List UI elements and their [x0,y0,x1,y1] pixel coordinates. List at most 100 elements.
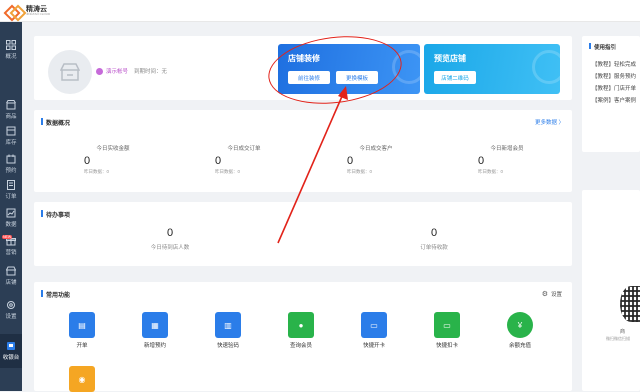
calendar-icon [6,154,16,164]
sidebar-item-label: 预约 [5,168,17,174]
store-icon [60,63,80,81]
sidebar-item-data[interactable]: 数据 [0,204,22,232]
guide-title: 使用指引 [588,43,617,51]
shop-avatar[interactable] [48,50,92,94]
func-quick-verify[interactable]: ▥ 快速验码 [208,312,248,349]
sidebar-item-store[interactable]: 店铺 [0,262,22,290]
qrcode-caption: 商 [620,329,626,335]
common-functions-card: 常用功能 ⚙ 设置 ▤ 开单 ▦ 新增预约 ▥ 快速验码 ● 查询会员 ▭ 快捷… [34,282,572,392]
box-icon [6,126,16,136]
cashier-icon [7,342,15,350]
todo-label: 订单待收款 [420,245,448,251]
sidebar-item-label: 概况 [5,54,17,60]
new-badge: NEW [2,235,13,239]
qrcode-panel: 商 微扫微信扫描 [582,190,640,391]
settings-label: 设置 [550,292,562,298]
card-icon: ▭ [361,312,387,338]
func-label: 快捷扣卡 [435,343,458,349]
todo-card: 待办事项 0 今日待到店人数 0 订单待收款 [34,202,572,266]
stat-label: 今日实收金额 [96,146,130,152]
todo-label: 今日待到店人数 [150,245,190,251]
sidebar-item-products[interactable]: 商品 [0,96,22,124]
stat-value: 0 [84,155,91,167]
app-subtitle: JINGTAO CLOUD [26,11,51,16]
func-label: 新增预约 [143,343,166,349]
functions-settings-button[interactable]: ⚙ 设置 [542,290,562,298]
overview-title: 数据概况 [40,118,70,127]
grid-icon [6,40,16,50]
stat-sub: 昨日数据：0 [215,169,241,174]
member-icon: ● [288,312,314,338]
preview-title: 预览店铺 [434,54,466,63]
functions-title: 常用功能 [40,290,70,299]
sidebar-item-label: 商品 [5,114,17,120]
expire-label: 到期时间：无 [134,69,168,75]
sidebar-item-label: 数据 [5,222,17,228]
stat-today-orders: 今日成交订单 0 昨日数据：0 [209,144,279,175]
stat-sub: 昨日数据：0 [347,169,373,174]
todo-value: 0 [430,227,438,239]
todo-item-unpaid[interactable]: 0 订单待收款 [394,227,474,251]
sidebar-item-marketing[interactable]: NEW 营销 [0,232,22,260]
stat-label: 今日成交客户 [359,146,393,152]
data-overview-card: 数据概况 更多数据 〉 今日实收金额 0 昨日数据：0 今日成交订单 0 昨日数… [34,110,572,192]
account-icon [96,67,103,75]
store-icon [6,266,16,276]
stat-value: 0 [478,155,485,167]
stat-label: 今日新增会员 [490,146,524,152]
sidebar-item-label: 收银台 [2,355,20,361]
stat-today-customers: 今日成交客户 0 昨日数据：0 [341,144,411,175]
stat-sub: 昨日数据：0 [84,169,110,174]
shop-icon [6,100,16,110]
stat-value: 0 [347,155,354,167]
logo-icon [6,5,22,16]
sidebar-item-label: 店铺 [5,280,17,286]
app-logo[interactable]: 精涛云 JINGTAO CLOUD [6,5,50,16]
chart-icon [6,208,16,218]
func-search-member[interactable]: ● 查询会员 [281,312,321,349]
func-label: 查询会员 [289,343,312,349]
stat-sub: 昨日数据：0 [478,169,504,174]
sidebar-item-label: 库存 [5,140,17,146]
func-new-booking[interactable]: ▦ 新增预约 [135,312,175,349]
guide-link[interactable]: 【教程】服务预约 [592,72,636,80]
store-qrcode-button[interactable]: 店铺二维码 [434,71,476,84]
func-label: 快捷开卡 [362,343,385,349]
qrcode-image [620,286,640,322]
todo-value: 0 [166,227,174,239]
func-label: 开单 [76,343,88,349]
func-quick-open-card[interactable]: ▭ 快捷开卡 [354,312,394,349]
stat-today-revenue: 今日实收金额 0 昨日数据：0 [78,144,148,175]
sidebar-item-label: 订单 [5,194,17,200]
todo-title: 待办事项 [40,210,70,219]
stat-label: 今日成交订单 [227,146,261,152]
stat-value: 0 [215,155,222,167]
func-open-order[interactable]: ▤ 开单 [62,312,102,349]
sidebar-item-booking[interactable]: 预约 [0,150,22,178]
guide-panel: 使用指引 【教程】轻松完成 【教程】服务预约 【教程】门店开单 【案例】客户案例 [582,36,640,152]
wallet-icon: ¥ [507,312,533,338]
guide-link[interactable]: 【案例】客户案例 [592,96,636,104]
decorative-circle [532,50,560,84]
account-label: 演示帐号 [106,69,129,75]
guide-link[interactable]: 【教程】轻松完成 [592,60,636,68]
calendar-plus-icon: ▦ [142,312,168,338]
sidebar-item-settings[interactable]: 设置 [0,296,22,324]
sidebar-item-label: 设置 [5,314,17,320]
cart-icon: ▤ [69,312,95,338]
stat-new-members: 今日新增会员 0 昨日数据：0 [472,144,542,175]
sidebar-item-cashier[interactable]: 收银台 [0,334,22,368]
todo-item-arrivals[interactable]: 0 今日待到店人数 [130,227,210,251]
guide-link[interactable]: 【教程】门店开单 [592,84,636,92]
sidebar: 概况 商品 库存 预约 订单 数据 NEW 营销 店铺 设置 收银台 [0,22,22,391]
sidebar-item-orders[interactable]: 订单 [0,176,22,204]
gear-icon [7,301,15,309]
sidebar-item-stock[interactable]: 库存 [0,122,22,150]
func-label: 快速验码 [216,343,239,349]
more-data-link[interactable]: 更多数据 〉 [535,118,564,126]
func-quick-deduct-card[interactable]: ▭ 快捷扣卡 [427,312,467,349]
account-info: 演示帐号 到期时间：无 [96,67,167,75]
func-balance-recharge[interactable]: ¥ 余额充值 [500,312,540,349]
sidebar-item-overview[interactable]: 概况 [0,36,22,64]
func-coin[interactable]: ◉ [62,366,102,392]
